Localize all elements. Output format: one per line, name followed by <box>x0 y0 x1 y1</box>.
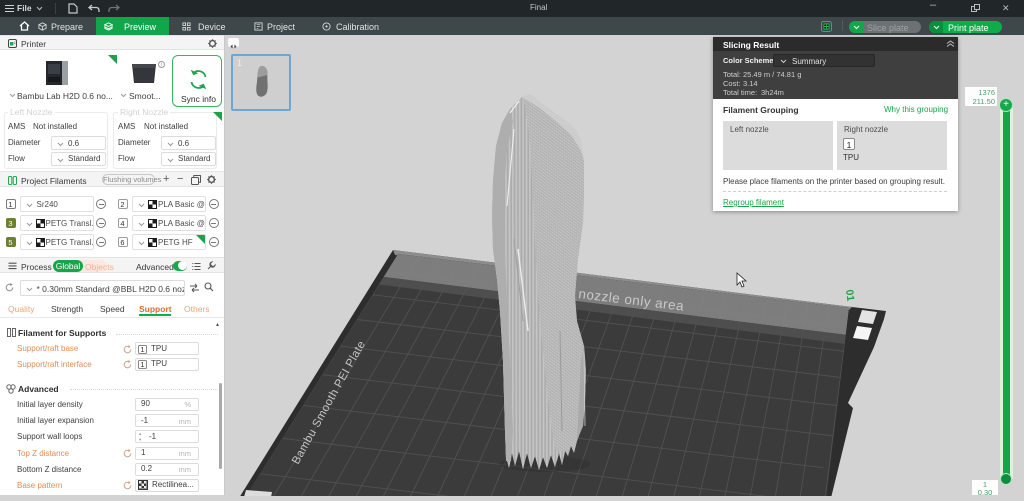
svg-text:01: 01 <box>843 288 856 301</box>
